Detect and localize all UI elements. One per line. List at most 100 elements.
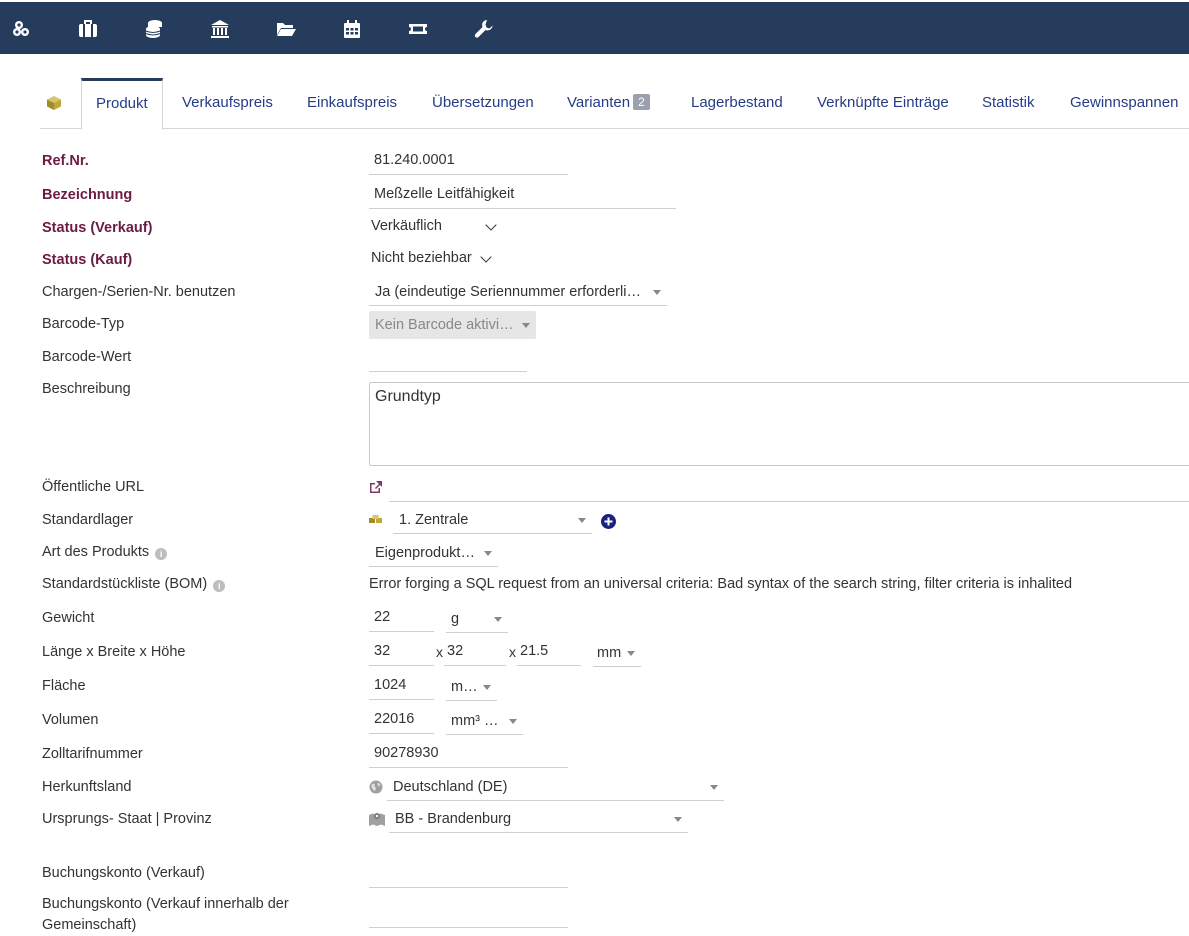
public-url-label: Öffentliche URL	[42, 479, 145, 495]
briefcase-icon[interactable]	[77, 18, 99, 40]
batch-select[interactable]: Ja (eindeutige Seriennummer erforderli…	[369, 278, 667, 306]
tab-produkt[interactable]: Produkt	[81, 78, 163, 130]
country-label: Herkunftsland	[42, 779, 132, 795]
warehouse-select[interactable]: 1. Zentrale	[393, 506, 592, 534]
product-cube-icon	[45, 94, 63, 112]
state-label: Ursprungs- Staat | Provinz	[42, 811, 212, 827]
external-link-icon[interactable]	[369, 480, 383, 494]
dims-separator: x	[436, 644, 443, 660]
dims-separator: x	[509, 644, 516, 660]
status-buy-select[interactable]: Nicht beziehbar	[369, 244, 494, 272]
weight-input[interactable]: 22	[369, 603, 434, 632]
tab-label: Gewinnspannen	[1070, 94, 1179, 111]
folder-open-icon[interactable]	[275, 18, 297, 40]
area-input[interactable]: 1024	[369, 671, 434, 700]
country-value: Deutschland (DE)	[393, 779, 508, 795]
ref-label: Ref.Nr.	[42, 153, 89, 169]
account-sell-label: Buchungskonto (Verkauf)	[42, 865, 205, 881]
status-buy-value: Nicht beziehbar	[371, 250, 472, 266]
weight-label: Gewicht	[42, 610, 95, 626]
tab-label: Übersetzungen	[432, 94, 534, 111]
status-buy-label: Status (Kauf)	[42, 252, 133, 268]
weight-unit-value: g	[451, 611, 460, 627]
customs-label: Zolltarifnummer	[42, 746, 143, 762]
description-textarea[interactable]: Grundtyp	[369, 382, 1189, 466]
bank-icon[interactable]	[209, 18, 231, 40]
width-input[interactable]: 32	[444, 637, 506, 666]
caret-down-icon	[653, 289, 661, 295]
caret-down-icon	[578, 517, 586, 523]
height-input[interactable]: 21.5	[517, 637, 581, 666]
caret-down-icon	[710, 784, 718, 790]
ticket-icon[interactable]	[407, 18, 429, 40]
product-type-value: Eigenprodukt…	[375, 545, 475, 561]
barcode-value-input[interactable]	[369, 345, 527, 372]
ref-input[interactable]: 81.240.0001	[369, 145, 568, 175]
state-value: BB - Brandenburg	[395, 811, 512, 827]
product-type-label: Art des Produkts i	[42, 544, 168, 560]
globe-icon	[369, 780, 383, 794]
account-sell-intra-input[interactable]	[369, 900, 568, 928]
customs-input[interactable]: 90278930	[369, 739, 568, 768]
dims-unit-select[interactable]: mm	[593, 639, 641, 667]
barcode-type-label: Barcode-Typ	[42, 316, 125, 332]
dims-label: Länge x Breite x Höhe	[42, 644, 186, 660]
boxes-icon[interactable]	[11, 18, 33, 40]
description-label: Beschreibung	[42, 381, 131, 397]
bom-error-message: Error forging a SQL request from an univ…	[369, 576, 1073, 592]
status-sell-label: Status (Verkauf)	[42, 220, 153, 236]
volume-label: Volumen	[42, 712, 99, 728]
weight-unit-select[interactable]: g	[446, 605, 508, 633]
caret-down-icon	[522, 323, 530, 328]
calendar-icon[interactable]	[341, 18, 363, 40]
tab-gewinnspannen[interactable]: Gewinnspannen	[1070, 78, 1178, 128]
chevron-down-icon	[485, 219, 497, 231]
length-input[interactable]: 32	[369, 637, 434, 666]
chevron-down-icon	[480, 251, 492, 263]
warehouse-label: Standardlager	[42, 512, 134, 528]
country-select[interactable]: Deutschland (DE)	[387, 773, 724, 801]
warehouse-boxes-icon	[369, 514, 383, 526]
coins-icon[interactable]	[143, 18, 165, 40]
wrench-icon[interactable]	[473, 18, 495, 40]
public-url-input[interactable]	[389, 475, 1189, 502]
caret-down-icon	[494, 616, 502, 622]
tab-varianten[interactable]: Varianten 2	[567, 78, 650, 128]
tab-label: Einkaufspreis	[307, 94, 398, 111]
tab-label: Lagerbestand	[691, 94, 783, 111]
warehouse-value: 1. Zentrale	[399, 512, 469, 528]
state-select[interactable]: BB - Brandenburg	[389, 805, 688, 833]
tab-lagerbestand[interactable]: Lagerbestand	[691, 78, 783, 128]
account-sell-intra-label-line2: Gemeinschaft)	[42, 917, 137, 933]
tab-einkaufspreis[interactable]: Einkaufspreis	[307, 78, 397, 128]
product-tabs: Produkt Verkaufspreis Einkaufspreis Über…	[40, 78, 1189, 130]
account-sell-intra-label: Buchungskonto (Verkauf innerhalb der Geme…	[42, 894, 289, 936]
volume-unit-select[interactable]: mm³ …	[446, 707, 523, 735]
top-menu-bar	[0, 2, 1189, 54]
caret-down-icon	[509, 718, 517, 724]
name-input[interactable]: Meßzelle Leitfähigkeit	[369, 179, 676, 209]
product-type-select[interactable]: Eigenprodukt…	[369, 539, 498, 567]
tab-verknuepfte-eintraege[interactable]: Verknüpfte Einträge	[817, 78, 949, 128]
caret-down-icon	[627, 650, 635, 656]
area-unit-select[interactable]: m…	[446, 673, 497, 701]
tab-uebersetzungen[interactable]: Übersetzungen	[432, 78, 534, 128]
volume-input[interactable]: 22016	[369, 705, 434, 734]
bom-label: Standardstückliste (BOM) i	[42, 576, 226, 592]
info-icon[interactable]: i	[155, 548, 168, 560]
tab-label: Verkaufspreis	[182, 94, 273, 111]
tab-verkaufspreis[interactable]: Verkaufspreis	[182, 78, 273, 128]
caret-down-icon	[484, 550, 492, 556]
area-label: Fläche	[42, 678, 86, 694]
batch-label: Chargen-/Serien-Nr. benutzen	[42, 284, 236, 300]
status-sell-value: Verkäuflich	[371, 218, 442, 234]
area-unit-value: m…	[451, 679, 478, 695]
account-sell-input[interactable]	[369, 860, 568, 888]
add-warehouse-plus-icon[interactable]	[601, 514, 616, 529]
info-icon[interactable]: i	[213, 580, 226, 592]
product-type-label-text: Art des Produkts	[42, 544, 150, 560]
barcode-type-select: Kein Barcode aktivi…	[369, 311, 536, 339]
tab-statistik[interactable]: Statistik	[982, 78, 1035, 128]
bom-label-text: Standardstückliste (BOM)	[42, 576, 208, 592]
status-sell-select[interactable]: Verkäuflich	[369, 212, 499, 240]
